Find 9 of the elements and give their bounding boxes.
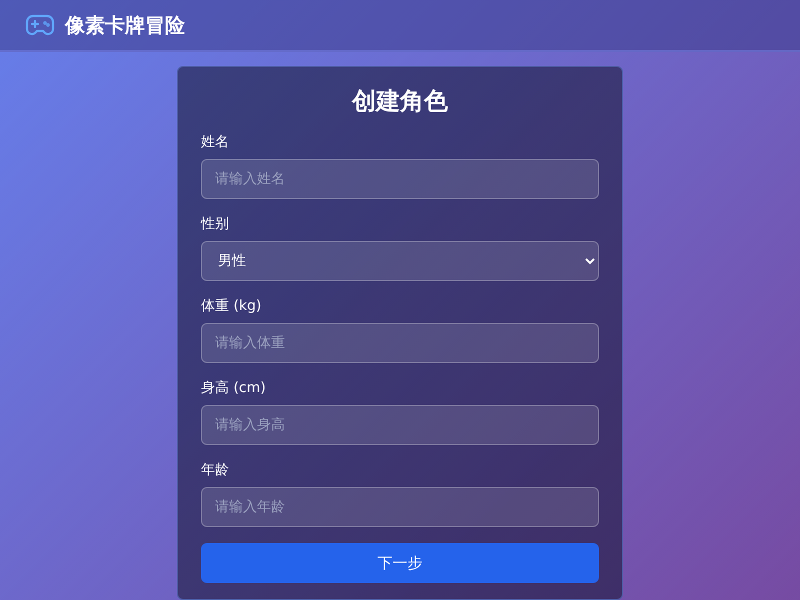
field-label: 身高 (cm) xyxy=(201,379,267,397)
next-button[interactable]: 下一步 xyxy=(201,543,599,583)
app-title: 像素卡牌冒险 xyxy=(65,12,185,38)
form-title: 创建角色 xyxy=(350,86,449,117)
gamepad-icon xyxy=(25,13,55,37)
field-label: 性别 xyxy=(201,215,230,233)
field-label: 年龄 xyxy=(201,461,230,479)
field-label: 体重 (kg) xyxy=(201,297,262,315)
field-label: 姓名 xyxy=(201,133,230,151)
